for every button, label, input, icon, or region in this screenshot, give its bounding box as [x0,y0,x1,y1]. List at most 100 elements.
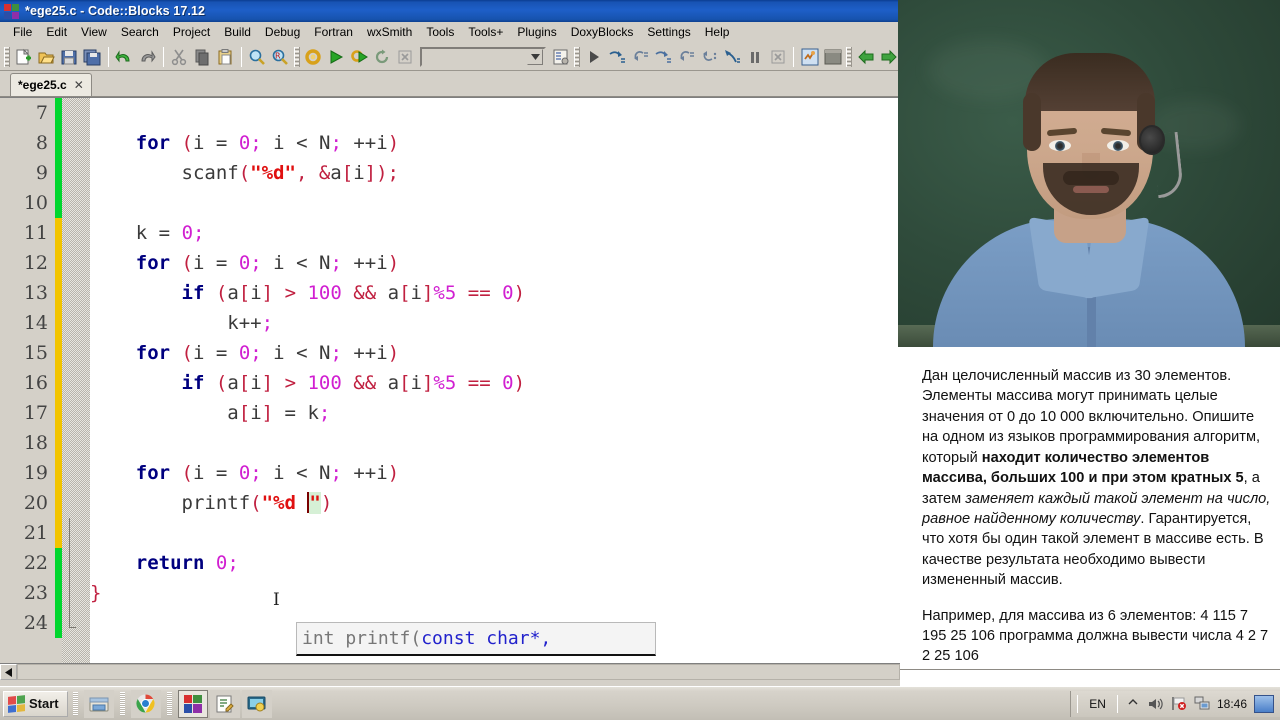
menu-project[interactable]: Project [166,23,217,41]
horizontal-scrollbar[interactable] [0,663,900,680]
close-icon[interactable]: ✕ [74,78,84,92]
menu-settings[interactable]: Settings [640,23,697,41]
find-icon[interactable] [247,46,268,68]
code-text-area[interactable]: for (i = 0; i < N; ++i) scanf("%d", &a[i… [90,98,900,680]
undo-icon[interactable] [114,46,135,68]
build-and-run-icon[interactable] [349,46,370,68]
save-icon[interactable] [59,46,80,68]
taskbar: Start EN 18:46 [0,686,1280,720]
network-icon[interactable] [1194,696,1210,712]
line-number: 24 [23,612,48,634]
toolbar-separator [793,46,795,67]
debug-run-to-cursor-icon[interactable] [721,46,742,68]
build-icon[interactable] [303,46,324,68]
menu-plugins[interactable]: Plugins [510,23,563,41]
scrollbar-track[interactable] [17,664,900,680]
screen-recorder-icon[interactable] [241,689,272,718]
line-number: 8 [35,132,48,154]
redo-icon[interactable] [137,46,158,68]
menu-tools-plus[interactable]: Tools+ [461,23,510,41]
menu-debug[interactable]: Debug [258,23,307,41]
menu-doxyblocks[interactable]: DoxyBlocks [564,23,641,41]
abort-icon[interactable] [395,46,416,68]
toolbar-separator [240,46,242,67]
code-line-with-caret: printf("%d ") [181,492,333,514]
change-marker-unsaved [55,368,62,398]
debug-next-line-icon[interactable] [606,46,627,68]
change-marker-unsaved [55,338,62,368]
toolbar-grip[interactable] [4,46,10,67]
debug-stop-icon[interactable] [767,46,788,68]
windows-flag-icon [8,694,25,713]
code-line: scanf("%d", &a[i]); [181,162,399,184]
find-replace-icon[interactable]: R [270,46,291,68]
menu-view[interactable]: View [74,23,114,41]
eye-left [1049,140,1071,151]
toolbar-grip[interactable] [294,46,300,67]
paste-icon[interactable] [215,46,236,68]
debugging-windows-icon[interactable] [822,46,843,68]
calltip-args: const char*, [421,628,552,649]
save-all-icon[interactable] [82,46,103,68]
panel-bottom-frame [900,669,1280,686]
menu-help[interactable]: Help [698,23,737,41]
menu-search[interactable]: Search [114,23,166,41]
code-line: } [90,582,102,604]
change-marker-unsaved [55,488,62,518]
line-number: 16 [23,372,48,394]
speaker-icon[interactable] [1148,696,1164,712]
language-indicator[interactable]: EN [1085,697,1110,711]
scroll-left-arrow-icon[interactable] [0,664,17,680]
line-number-gutter: 7 8 9 10 11 12 13 14 15 16 17 18 19 20 2… [0,98,55,680]
change-marker-unsaved [55,518,62,548]
back-icon[interactable] [855,46,876,68]
codeblocks-icon[interactable] [177,689,208,718]
debug-next-instruction-icon[interactable] [652,46,673,68]
notepad-icon[interactable] [209,689,240,718]
headset-earcup [1139,125,1165,155]
chevron-down-icon[interactable] [527,48,544,65]
debug-step-into-icon[interactable] [629,46,650,68]
main-toolbar: R [0,43,900,71]
file-manager-icon[interactable] [83,689,114,718]
start-button[interactable]: Start [3,690,68,717]
forward-icon[interactable] [878,46,899,68]
security-flag-alert-icon[interactable] [1171,696,1187,712]
menu-tools[interactable]: Tools [419,23,461,41]
moustache [1063,171,1119,185]
menu-edit[interactable]: Edit [39,23,74,41]
menu-build[interactable]: Build [217,23,258,41]
show-hidden-icons-chevron[interactable] [1125,696,1141,712]
cut-icon[interactable] [169,46,190,68]
line-number: 13 [23,282,48,304]
fold-range-line [69,518,76,628]
menu-fortran[interactable]: Fortran [307,23,360,41]
chrome-icon[interactable] [130,689,161,718]
calltip-prefix: int printf( [302,628,422,649]
new-file-icon[interactable] [13,46,34,68]
tab-ege25-c[interactable]: *ege25.c ✕ [10,73,92,96]
debug-break-icon[interactable] [744,46,765,68]
clock[interactable]: 18:46 [1217,697,1247,711]
build-target-combo[interactable] [419,46,547,67]
open-file-icon[interactable] [36,46,57,68]
change-marker-saved [55,608,62,638]
debug-step-out-icon[interactable] [698,46,719,68]
rebuild-icon[interactable] [372,46,393,68]
toolbar-grip[interactable] [846,46,853,67]
debug-step-into-instruction-icon[interactable] [675,46,696,68]
copy-icon[interactable] [192,46,213,68]
code-folding-margin[interactable] [62,98,90,680]
toolbar-grip[interactable] [574,46,581,67]
show-desktop-icon[interactable] [1254,694,1274,713]
run-icon[interactable] [326,46,347,68]
menu-wxsmith[interactable]: wxSmith [360,23,419,41]
menu-file[interactable]: File [6,23,39,41]
various-windows-icon[interactable] [799,46,820,68]
build-log-icon[interactable] [550,46,571,68]
line-number: 20 [23,492,48,514]
taskbar-divider [72,691,78,716]
debug-continue-icon[interactable] [583,46,604,68]
